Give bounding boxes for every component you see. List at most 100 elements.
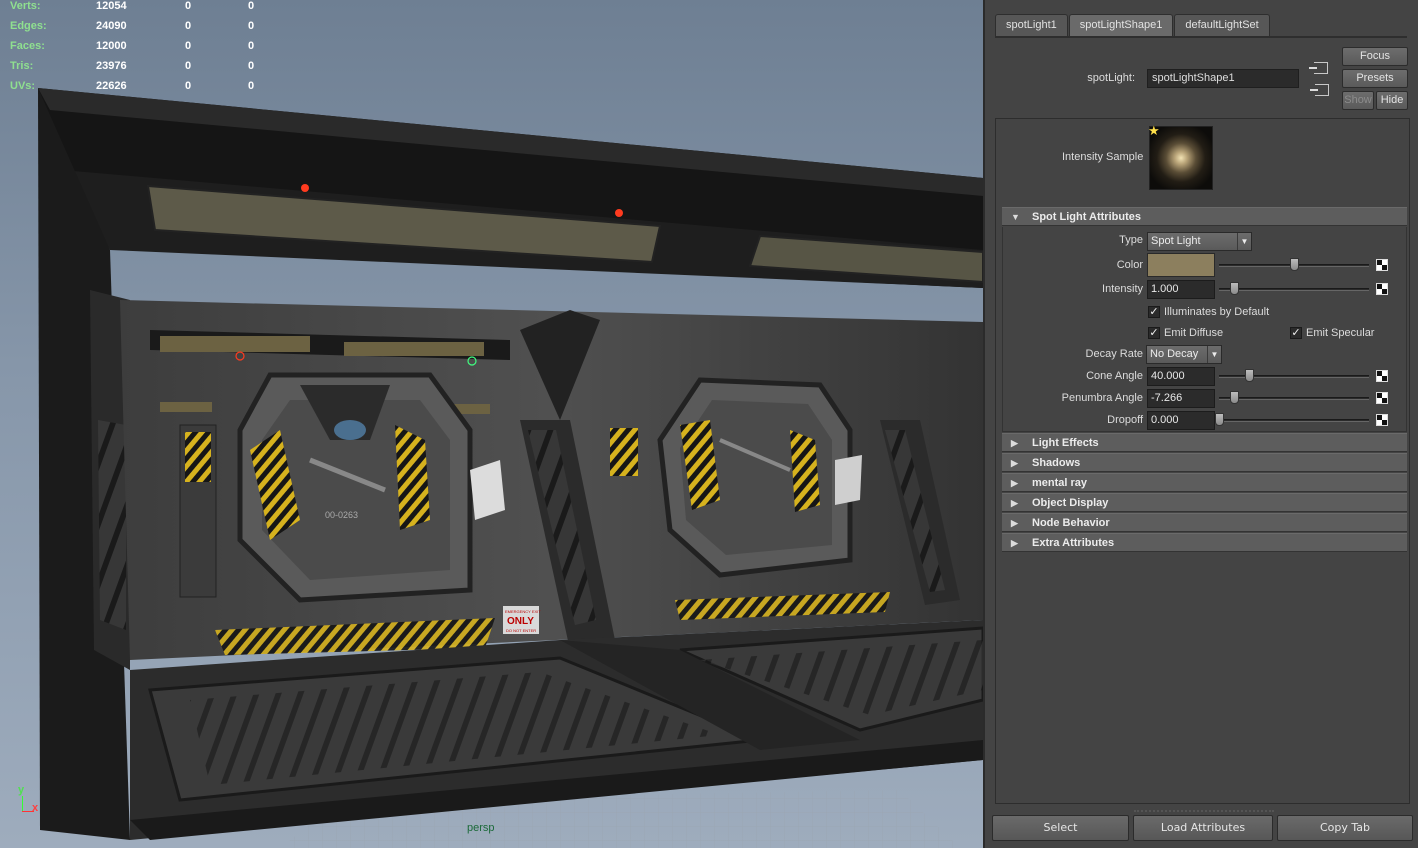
color-swatch[interactable] xyxy=(1147,253,1215,277)
section-mental-ray[interactable]: ▶ mental ray xyxy=(1002,473,1407,492)
stat-label: UVs: xyxy=(10,80,36,92)
stat-row-edges: Edges: 24090 0 0 xyxy=(10,16,270,36)
emit-diffuse-checkbox[interactable]: ✓ xyxy=(1148,327,1160,339)
color-map-button[interactable] xyxy=(1376,259,1388,271)
penumbra-angle-map-button[interactable] xyxy=(1376,392,1388,404)
cone-angle-map-button[interactable] xyxy=(1376,370,1388,382)
emit-specular-label: Emit Specular xyxy=(1306,327,1375,339)
stat-value: 12000 xyxy=(96,40,127,52)
tab-defaultlightset[interactable]: defaultLightSet xyxy=(1174,14,1270,36)
input-connection-icon[interactable] xyxy=(1309,62,1328,74)
stat-value: 0 xyxy=(248,80,255,92)
collapse-arrow-icon: ▼ xyxy=(1011,212,1020,222)
dropoff-label: Dropoff xyxy=(1107,414,1143,426)
stat-value: 0 xyxy=(248,60,255,72)
svg-text:DO NOT ENTER: DO NOT ENTER xyxy=(506,628,536,633)
viewport-3d[interactable]: 00-0263 EMERGENCY EXIT ONLY DO NOT ENTER xyxy=(0,0,983,848)
presets-button[interactable]: Presets xyxy=(1342,69,1408,88)
stat-row-verts: Verts: 12054 0 0 xyxy=(10,0,270,16)
section-extra-attributes[interactable]: ▶ Extra Attributes xyxy=(1002,533,1407,552)
stat-value: 0 xyxy=(185,40,192,52)
stat-value: 23976 xyxy=(96,60,127,72)
node-name-field[interactable]: spotLightShape1 xyxy=(1147,69,1299,88)
stat-value: 12054 xyxy=(96,0,127,12)
expand-arrow-icon: ▶ xyxy=(1011,518,1018,528)
section-node-behavior[interactable]: ▶ Node Behavior xyxy=(1002,513,1407,532)
cone-angle-field[interactable]: 40.000 xyxy=(1147,367,1215,386)
illuminates-label: Illuminates by Default xyxy=(1164,306,1270,318)
axis-y-line xyxy=(22,796,23,812)
section-shadows[interactable]: ▶ Shadows xyxy=(1002,453,1407,472)
output-connection-icon[interactable] xyxy=(1310,84,1329,96)
copy-tab-button[interactable]: Copy Tab xyxy=(1277,815,1413,841)
camera-label: persp xyxy=(467,822,495,834)
section-title: Object Display xyxy=(1032,497,1109,509)
show-button[interactable]: Show xyxy=(1342,91,1374,110)
stat-value: 0 xyxy=(185,20,192,32)
intensity-slider-track[interactable] xyxy=(1219,288,1369,291)
section-light-effects[interactable]: ▶ Light Effects xyxy=(1002,433,1407,452)
emit-specular-checkbox[interactable]: ✓ xyxy=(1290,327,1302,339)
type-dropdown[interactable]: Spot Light ▼ xyxy=(1147,232,1252,251)
color-slider-thumb[interactable] xyxy=(1290,258,1299,271)
stat-label: Verts: xyxy=(10,0,41,12)
expand-arrow-icon: ▶ xyxy=(1011,438,1018,448)
tab-spotlight1[interactable]: spotLight1 xyxy=(995,14,1068,36)
dropoff-slider-thumb[interactable] xyxy=(1215,413,1224,426)
stat-value: 0 xyxy=(185,60,192,72)
intensity-sample-label: Intensity Sample xyxy=(1062,151,1144,163)
expand-arrow-icon: ▶ xyxy=(1011,478,1018,488)
penumbra-angle-slider-track[interactable] xyxy=(1219,397,1369,400)
cone-angle-label: Cone Angle xyxy=(1086,370,1143,382)
tab-divider xyxy=(995,36,1407,38)
spot-light-attributes-body: Type Spot Light ▼ Color Intensity 1.000 … xyxy=(1002,227,1407,432)
section-object-display[interactable]: ▶ Object Display xyxy=(1002,493,1407,512)
cone-angle-slider-track[interactable] xyxy=(1219,375,1369,378)
stat-value: 0 xyxy=(248,40,255,52)
penumbra-angle-field[interactable]: -7.266 xyxy=(1147,389,1215,408)
color-label: Color xyxy=(1116,259,1143,271)
section-title: Light Effects xyxy=(1032,437,1099,449)
dropoff-map-button[interactable] xyxy=(1376,414,1388,426)
stat-label: Tris: xyxy=(10,60,34,72)
axis-x-label: x xyxy=(32,802,39,814)
section-title: Spot Light Attributes xyxy=(1032,211,1141,223)
section-spot-light-attributes[interactable]: ▼ Spot Light Attributes xyxy=(1002,207,1407,226)
stat-value: 22626 xyxy=(96,80,127,92)
stat-value: 0 xyxy=(248,20,255,32)
type-label: Type xyxy=(1119,234,1143,246)
stat-value: 0 xyxy=(248,0,255,12)
intensity-field[interactable]: 1.000 xyxy=(1147,280,1215,299)
stat-row-uvs: UVs: 22626 0 0 xyxy=(10,76,270,96)
panel-resize-handle[interactable] xyxy=(1134,810,1274,812)
expand-arrow-icon: ▶ xyxy=(1011,498,1018,508)
chevron-down-icon: ▼ xyxy=(1237,233,1251,250)
stat-label: Faces: xyxy=(10,40,45,52)
tab-spotlightshape1[interactable]: spotLightShape1 xyxy=(1068,14,1174,36)
intensity-slider-thumb[interactable] xyxy=(1230,282,1239,295)
intensity-label: Intensity xyxy=(1102,283,1143,295)
load-attributes-button[interactable]: Load Attributes xyxy=(1133,815,1273,841)
node-name-label: spotLight: xyxy=(1087,72,1135,84)
decay-rate-dropdown[interactable]: No Decay ▼ xyxy=(1146,345,1222,364)
node-tabs: spotLight1 spotLightShape1 defaultLightS… xyxy=(995,14,1271,36)
penumbra-angle-slider-thumb[interactable] xyxy=(1230,391,1239,404)
dropoff-field[interactable]: 0.000 xyxy=(1147,411,1215,430)
dropoff-slider-track[interactable] xyxy=(1219,419,1369,422)
focus-button[interactable]: Focus xyxy=(1342,47,1408,66)
svg-text:EMERGENCY EXIT: EMERGENCY EXIT xyxy=(505,609,541,614)
section-title: Extra Attributes xyxy=(1032,537,1115,549)
decay-rate-value: No Decay xyxy=(1150,348,1199,360)
illuminates-checkbox[interactable]: ✓ xyxy=(1148,306,1160,318)
poly-count-hud: Verts: 12054 0 0 Edges: 24090 0 0 Faces:… xyxy=(10,0,270,96)
section-title: Node Behavior xyxy=(1032,517,1110,529)
emit-diffuse-label: Emit Diffuse xyxy=(1164,327,1224,339)
select-button[interactable]: Select xyxy=(992,815,1129,841)
cone-angle-slider-thumb[interactable] xyxy=(1245,369,1254,382)
intensity-map-button[interactable] xyxy=(1376,283,1388,295)
penumbra-angle-label: Penumbra Angle xyxy=(1061,392,1143,404)
section-title: Shadows xyxy=(1032,457,1081,469)
stat-label: Edges: xyxy=(10,20,47,32)
stat-value: 0 xyxy=(185,80,192,92)
hide-button[interactable]: Hide xyxy=(1376,91,1408,110)
